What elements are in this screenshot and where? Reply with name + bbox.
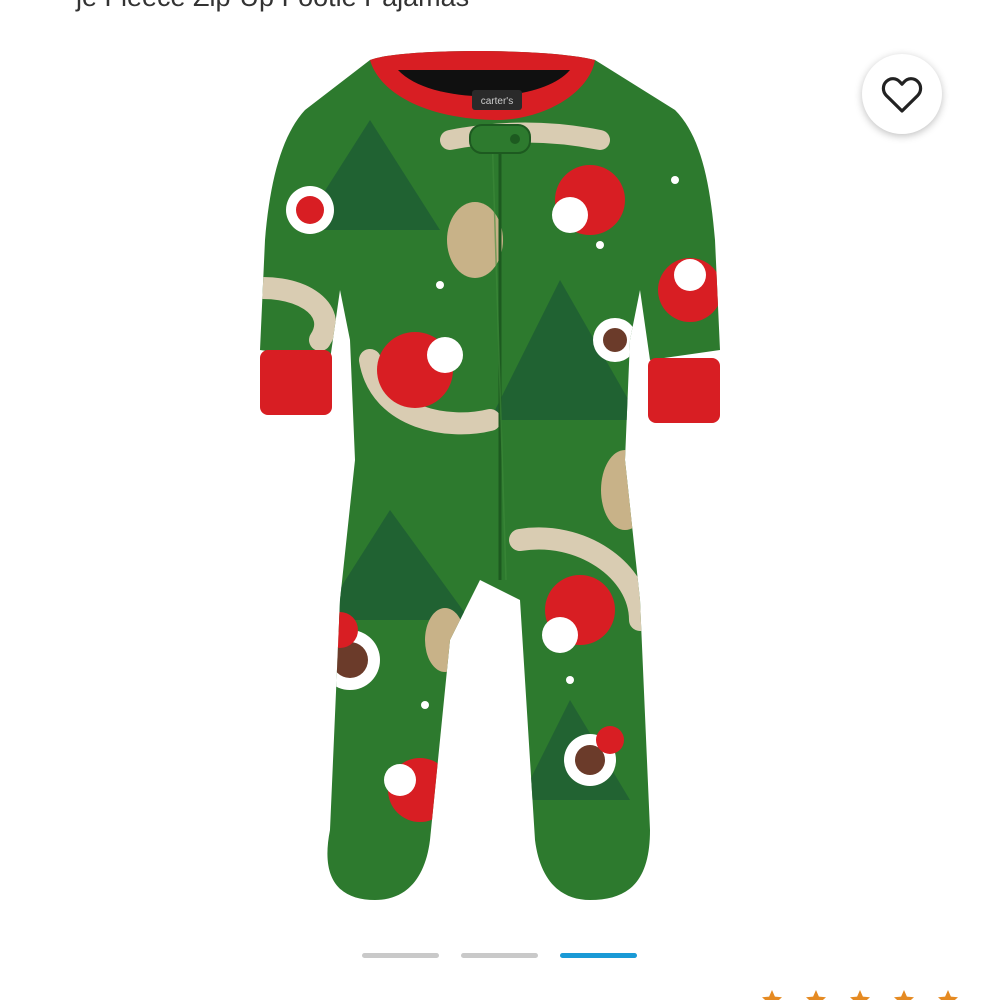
star-icon	[806, 990, 826, 1000]
carousel-dot-2[interactable]	[461, 953, 538, 958]
product-image[interactable]: carter's	[220, 40, 780, 910]
image-carousel-indicator	[362, 953, 637, 958]
star-icon	[850, 990, 870, 1000]
carousel-dot-1[interactable]	[362, 953, 439, 958]
heart-outline-icon	[881, 77, 923, 113]
product-title: je Fleece Zip-Up Footie Pajamas	[76, 0, 469, 11]
star-icon	[762, 990, 782, 1000]
star-icon	[894, 990, 914, 1000]
carousel-dot-3[interactable]	[560, 953, 637, 958]
brand-label: carter's	[481, 96, 513, 107]
favorite-button[interactable]	[862, 54, 942, 134]
rating-stars	[760, 988, 960, 1000]
product-page: je Fleece Zip-Up Footie Pajamas	[0, 0, 1000, 1000]
star-icon	[938, 990, 958, 1000]
